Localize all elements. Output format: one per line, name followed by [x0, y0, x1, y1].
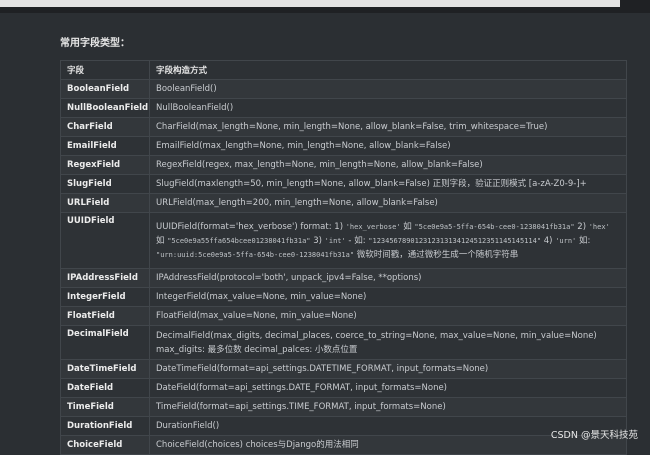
section-heading: 常用字段类型： [60, 38, 130, 49]
field-construct: NullBooleanField() [149, 98, 627, 118]
field-name: CharField [60, 117, 150, 137]
field-construct: IntegerField(max_value=None, min_value=N… [149, 287, 627, 307]
field-construct: URLField(max_length=200, min_length=None… [149, 193, 627, 213]
field-name: URLField [60, 193, 150, 213]
table-row: DecimalField DecimalField(max_digits, de… [60, 325, 627, 360]
field-name: DateField [60, 378, 150, 398]
uuid-desc-text: 3) [310, 235, 325, 246]
field-name: BooleanField [60, 79, 150, 99]
top-strip [0, 0, 620, 7]
field-construct: BooleanField() [149, 79, 627, 99]
field-name: EmailField [60, 136, 150, 156]
uuid-desc-text: 如 [400, 221, 415, 232]
table-row: DateField DateField(format=api_settings.… [60, 378, 627, 398]
uuid-code-sample: "5ce0e9a5-5ffa-654b-cee0-1238041fb31a" [414, 222, 575, 231]
uuid-desc-text: 如: [576, 235, 591, 246]
uuid-code-sample: "urn:uuid:5ce0e9a5-5ffa-654b-cee0-123804… [156, 250, 355, 259]
top-bar [0, 0, 650, 13]
field-name: IntegerField [60, 287, 150, 307]
uuid-desc-text: - 如: [345, 235, 369, 246]
uuid-desc-text: UUIDField(format='hex_verbose') format: … [156, 221, 346, 232]
field-construct: UUIDField(format='hex_verbose') format: … [149, 212, 627, 269]
table-row: URLField URLField(max_length=200, min_le… [60, 193, 627, 213]
field-construct: DateTimeField(format=api_settings.DATETI… [149, 359, 627, 379]
table-row: BooleanField BooleanField() [60, 79, 627, 99]
field-name: DurationField [60, 416, 150, 436]
uuid-code-sample: 'hex_verbose' [345, 222, 401, 231]
field-name: NullBooleanField [60, 98, 150, 118]
uuid-desc-text: 微软时间戳，通过微秒生成一个随机字符串 [354, 249, 519, 260]
field-construct: SlugField(maxlength=50, min_length=None,… [149, 174, 627, 194]
table-row: SlugField SlugField(maxlength=50, min_le… [60, 174, 627, 194]
uuid-code-sample: "123456789012312313134124512351145145114… [368, 236, 542, 245]
field-types-table: 字段 字段构造方式 BooleanField BooleanField() Nu… [60, 60, 627, 455]
field-name: SlugField [60, 174, 150, 194]
table-row: TimeField TimeField(format=api_settings.… [60, 397, 627, 417]
field-name: UUIDField [60, 212, 150, 269]
field-construct: IPAddressField(protocol='both', unpack_i… [149, 268, 627, 288]
field-construct: FloatField(max_value=None, min_value=Non… [149, 306, 627, 326]
table-row: FloatField FloatField(max_value=None, mi… [60, 306, 627, 326]
field-construct: DecimalField(max_digits, decimal_places,… [149, 325, 627, 360]
field-name: FloatField [60, 306, 150, 326]
field-construct: CharField(max_length=None, min_length=No… [149, 117, 627, 137]
table-row: ChoiceField ChoiceField(choices) choices… [60, 435, 627, 455]
field-name: RegexField [60, 155, 150, 175]
field-name: IPAddressField [60, 268, 150, 288]
table-row: DateTimeField DateTimeField(format=api_s… [60, 359, 627, 379]
table-row: NullBooleanField NullBooleanField() [60, 98, 627, 118]
table-row: UUIDField UUIDField(format='hex_verbose'… [60, 212, 627, 269]
uuid-code-sample: 'int' [324, 236, 346, 245]
header-construct: 字段构造方式 [149, 60, 627, 80]
field-name: ChoiceField [60, 435, 150, 455]
uuid-code-sample: "5ce0e9a55ffa654bcee01238041fb31a" [167, 236, 311, 245]
table-row: CharField CharField(max_length=None, min… [60, 117, 627, 137]
field-construct: DateField(format=api_settings.DATE_FORMA… [149, 378, 627, 398]
uuid-desc-text: 如 [156, 235, 168, 246]
field-construct: EmailField(max_length=None, min_length=N… [149, 136, 627, 156]
table-row: IntegerField IntegerField(max_value=None… [60, 287, 627, 307]
table-header-row: 字段 字段构造方式 [60, 60, 627, 80]
uuid-code-sample: 'urn' [555, 236, 577, 245]
table-row: EmailField EmailField(max_length=None, m… [60, 136, 627, 156]
uuid-desc-text: 2) [574, 221, 589, 232]
header-field: 字段 [60, 60, 150, 80]
field-construct: TimeField(format=api_settings.TIME_FORMA… [149, 397, 627, 417]
field-name: DateTimeField [60, 359, 150, 379]
table-row: RegexField RegexField(regex, max_length=… [60, 155, 627, 175]
table-row: IPAddressField IPAddressField(protocol='… [60, 268, 627, 288]
uuid-code-sample: 'hex' [588, 222, 610, 231]
field-name: DecimalField [60, 325, 150, 360]
field-construct: RegexField(regex, max_length=None, min_l… [149, 155, 627, 175]
csdn-watermark: CSDN @景天科技苑 [550, 430, 638, 441]
field-name: TimeField [60, 397, 150, 417]
uuid-desc-text: 4) [541, 235, 556, 246]
table-row: DurationField DurationField() [60, 416, 627, 436]
